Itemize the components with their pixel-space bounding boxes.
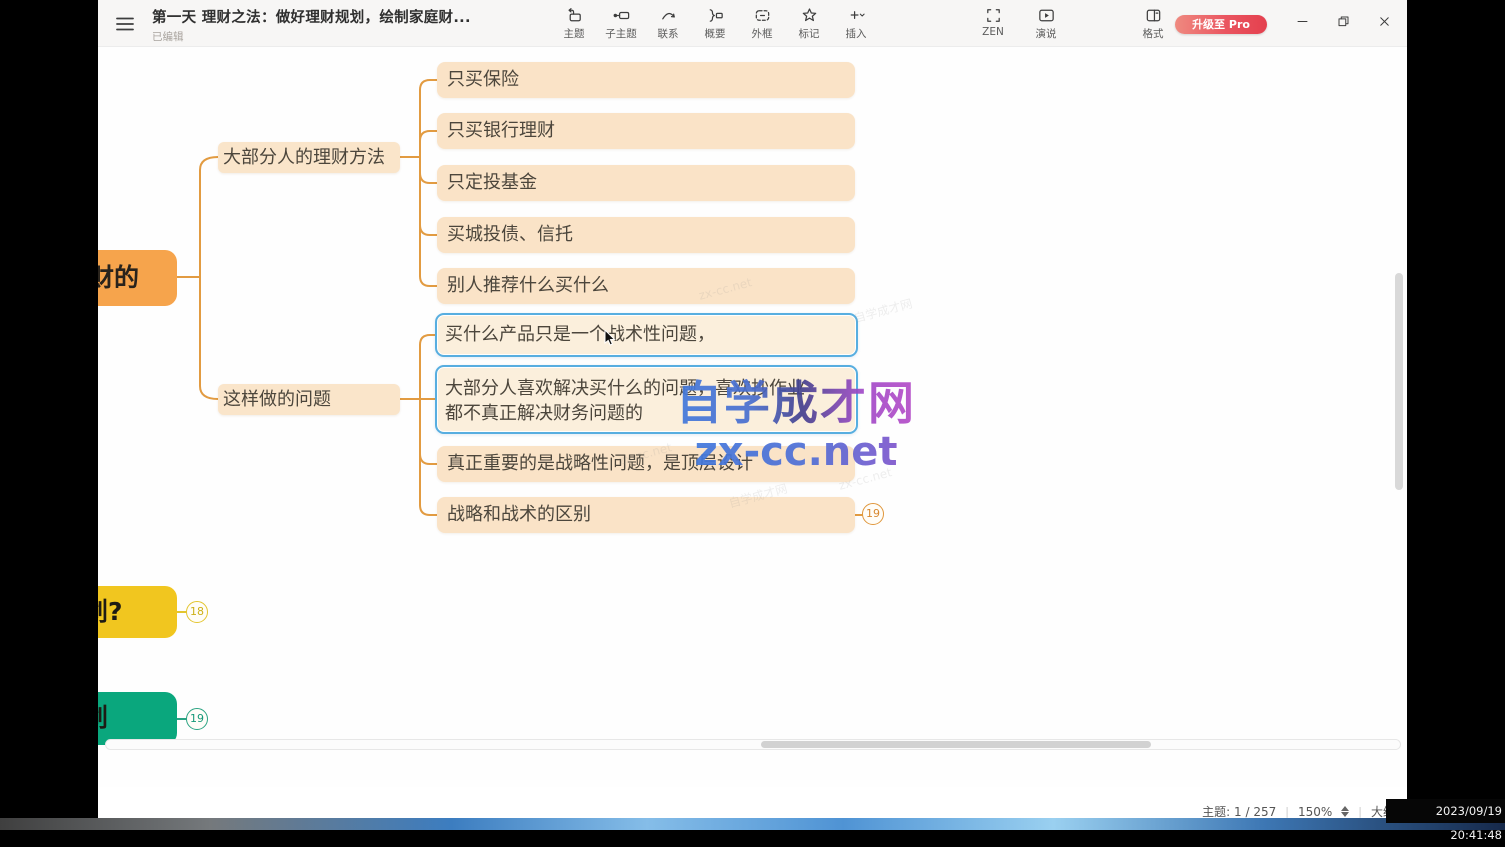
child-node[interactable]: 买城投债、信托 — [437, 217, 855, 253]
close-button[interactable] — [1370, 8, 1398, 34]
play-icon — [1037, 6, 1056, 25]
branch-node-methods[interactable]: 大部分人的理财方法 — [218, 142, 400, 173]
mindmap-canvas[interactable]: 财的 大部分人的理财方法 只买保险 只买银行理财 只定投基金 买城投债、信托 别… — [98, 47, 1407, 787]
side-topic-node-yellow[interactable]: 划? — [98, 586, 177, 638]
maximize-button[interactable] — [1329, 8, 1357, 34]
branch-node-problems[interactable]: 这样做的问题 — [218, 384, 400, 415]
insert-button[interactable]: 插入 — [835, 6, 877, 41]
horizontal-scrollbar-track[interactable] — [105, 739, 1401, 750]
close-icon — [1377, 14, 1392, 29]
window-controls — [1288, 8, 1398, 34]
secondary-toolbar: ZEN 演说 — [972, 6, 1067, 41]
minimize-icon — [1295, 14, 1310, 29]
boundary-icon — [753, 6, 772, 25]
topic-count-badge[interactable]: 19 — [862, 503, 884, 525]
vertical-scrollbar[interactable] — [1395, 273, 1403, 490]
zen-button[interactable]: ZEN — [972, 6, 1014, 41]
topic-count-badge[interactable]: 19 — [186, 708, 208, 730]
format-button[interactable]: 格式 — [1132, 6, 1174, 41]
edit-status: 已编辑 — [152, 29, 471, 44]
child-node-selected[interactable]: 大部分人喜欢解决买什么的问题，喜欢抄作业 都不真正解决财务问题的 — [435, 365, 858, 434]
child-node[interactable]: 战略和战术的区别 — [437, 497, 855, 533]
topic-counter: 主题: 1 / 257 — [1202, 803, 1276, 818]
zoom-stepper-icon[interactable] — [1341, 806, 1349, 817]
present-button[interactable]: 演说 — [1025, 6, 1067, 41]
marker-button[interactable]: 标记 — [788, 6, 830, 41]
relationship-icon — [659, 6, 678, 25]
document-title[interactable]: 第一天 理财之法：做好理财规划，绘制家庭财... — [152, 6, 471, 27]
child-node[interactable]: 只定投基金 — [437, 165, 855, 201]
marker-icon — [800, 6, 819, 25]
root-topic-node[interactable]: 财的 — [98, 250, 177, 306]
subtopic-button[interactable]: 子主题 — [600, 6, 642, 41]
title-bar: 第一天 理财之法：做好理财规划，绘制家庭财... 已编辑 主题 子主题 — [98, 0, 1407, 47]
topic-count-badge[interactable]: 18 — [186, 601, 208, 623]
zoom-level[interactable]: 150% — [1298, 805, 1332, 819]
subtopic-icon — [612, 6, 631, 25]
relationship-button[interactable]: 联系 — [647, 6, 689, 41]
summary-icon — [706, 6, 725, 25]
child-node[interactable]: 真正重要的是战略性问题，是顶层设计 — [437, 446, 855, 482]
format-panel-icon — [1144, 6, 1163, 25]
child-node[interactable]: 只买银行理财 — [437, 113, 855, 149]
horizontal-scrollbar-thumb[interactable] — [761, 741, 1151, 748]
menu-icon[interactable] — [114, 14, 136, 34]
child-node[interactable]: 只买保险 — [437, 62, 855, 98]
insert-icon — [847, 6, 866, 25]
video-timestamp: 2023/09/19 20:41:48 — [1386, 799, 1505, 823]
minimize-button[interactable] — [1288, 8, 1316, 34]
child-node[interactable]: 别人推荐什么买什么 — [437, 268, 855, 304]
side-topic-node-green[interactable]: 划 — [98, 692, 177, 745]
child-node-selected[interactable]: 买什么产品只是一个战术性问题， — [435, 313, 858, 357]
main-toolbar: 主题 子主题 联系 — [553, 6, 877, 41]
zen-mode-icon — [984, 6, 1003, 25]
boundary-button[interactable]: 外框 — [741, 6, 783, 41]
upgrade-pro-button[interactable]: 升级至 Pro — [1175, 15, 1267, 34]
status-bar: 主题: 1 / 257 | 150% | 大纲 — [1202, 803, 1395, 818]
topic-button[interactable]: 主题 — [553, 6, 595, 41]
app-window: 第一天 理财之法：做好理财规划，绘制家庭财... 已编辑 主题 子主题 — [98, 0, 1407, 818]
restore-icon — [1336, 14, 1351, 29]
summary-button[interactable]: 概要 — [694, 6, 736, 41]
topic-icon — [565, 6, 584, 25]
video-progress-band — [0, 818, 1505, 830]
